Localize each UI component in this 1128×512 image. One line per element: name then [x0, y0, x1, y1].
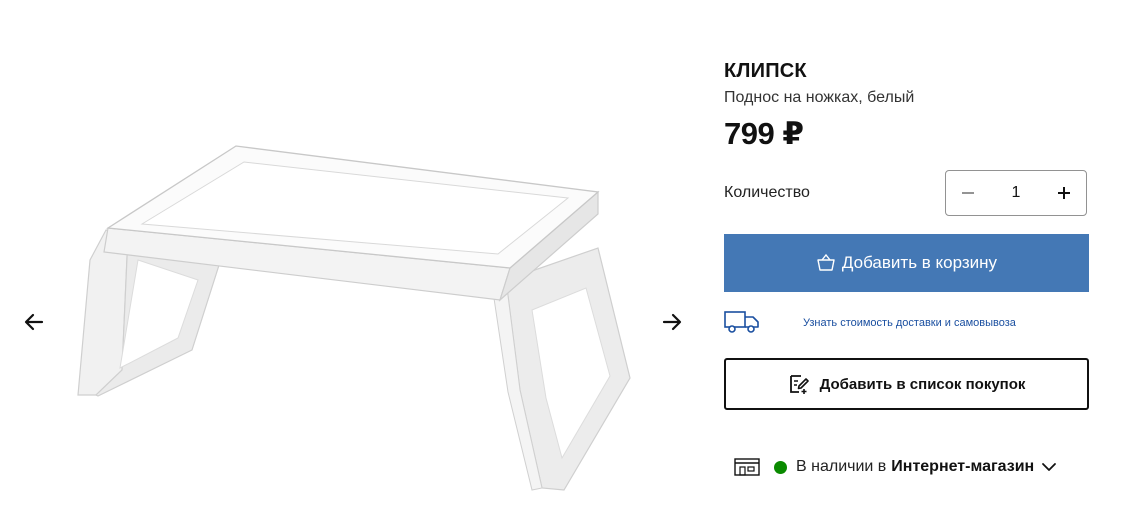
gallery-next-button[interactable]: [652, 302, 692, 342]
delivery-truck-icon: [724, 311, 759, 333]
quantity-decrement-button[interactable]: [946, 171, 990, 215]
add-to-cart-label: Добавить в корзину: [841, 253, 998, 272]
availability-status-dot: [774, 460, 787, 474]
availability-store: Интернет-магазин: [891, 458, 1035, 475]
quantity-stepper: 1: [945, 170, 1087, 216]
arrow-left-icon: [24, 313, 44, 331]
minus-icon: [962, 192, 974, 194]
shopping-list-label: Добавить в список покупок: [819, 375, 1026, 393]
add-to-shopping-list-button[interactable]: Добавить в список покупок: [724, 358, 1089, 410]
plus-icon: [1058, 187, 1070, 199]
add-to-cart-button[interactable]: Добавить в корзину: [724, 234, 1089, 292]
product-description: Поднос на ножках, белый: [724, 89, 915, 106]
delivery-row: Узнать стоимость доставки и самовывоза: [724, 308, 1089, 338]
quantity-increment-button[interactable]: [1042, 171, 1086, 215]
availability-text: В наличии в: [796, 458, 887, 475]
quantity-value[interactable]: 1: [1012, 184, 1021, 202]
arrow-right-icon: [662, 313, 682, 331]
list-edit-icon: [789, 375, 809, 394]
product-gallery: [0, 0, 700, 512]
product-price: 799 ₽: [724, 116, 804, 151]
quantity-label: Количество: [724, 184, 810, 201]
chevron-down-icon: [1042, 463, 1057, 471]
gallery-prev-button[interactable]: [14, 302, 54, 342]
basket-icon: [817, 253, 835, 271]
store-icon: [734, 458, 760, 476]
product-name: КЛИПСК: [724, 60, 807, 82]
delivery-cost-link[interactable]: Узнать стоимость доставки и самовывоза: [803, 317, 1016, 329]
bed-tray-image: [77, 145, 631, 491]
availability-row[interactable]: В наличии в Интернет-магазин: [734, 454, 1094, 480]
